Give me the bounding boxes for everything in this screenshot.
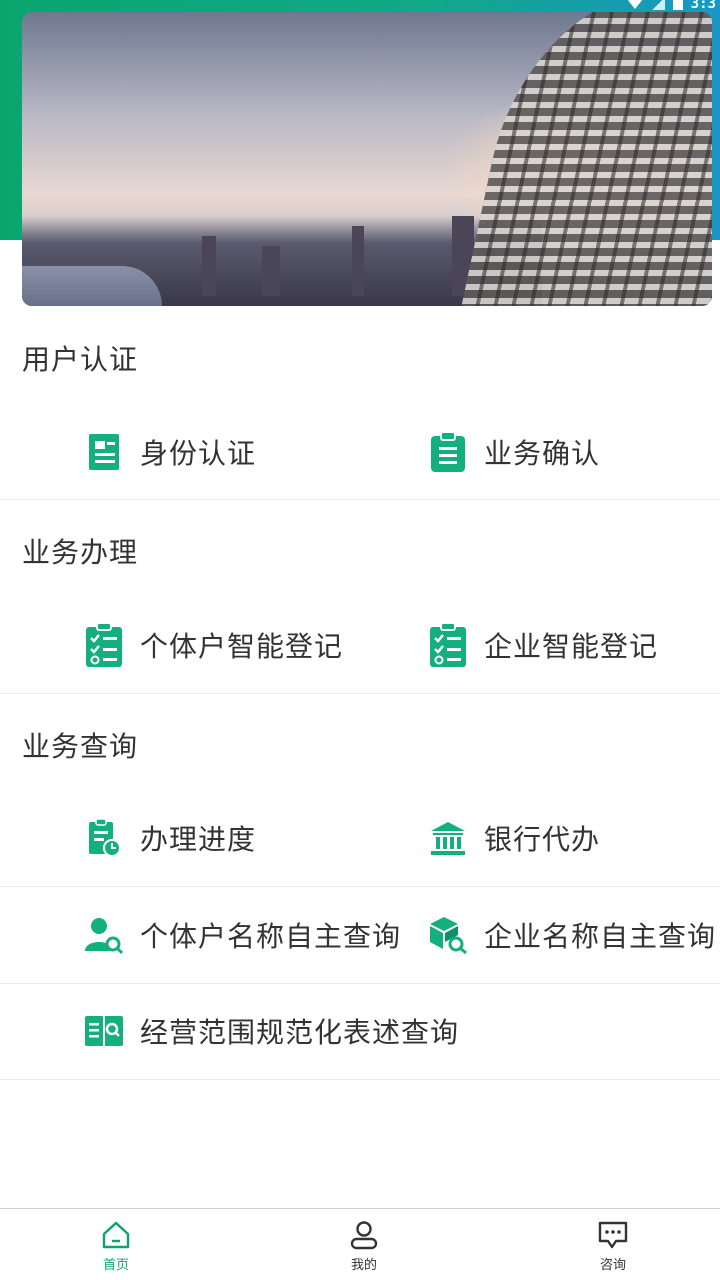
id-card-icon <box>84 430 124 474</box>
cube-search-icon <box>428 913 468 957</box>
section-title-business: 业务办理 <box>22 536 139 569</box>
menu-item-progress[interactable]: 办理进度 <box>84 808 256 868</box>
divider <box>0 983 720 984</box>
battery-icon <box>672 0 683 10</box>
chat-icon <box>596 1218 630 1252</box>
menu-item-business-confirm[interactable]: 业务确认 <box>428 422 600 482</box>
status-time: 3:3 <box>690 0 716 12</box>
menu-item-identity-auth[interactable]: 身份认证 <box>84 422 256 482</box>
section-title-user-auth: 用户认证 <box>22 343 139 376</box>
signal-icon <box>650 0 665 10</box>
status-bar: 3:3 <box>0 0 720 12</box>
user-icon <box>347 1218 381 1252</box>
tab-mine[interactable]: 我的 <box>304 1209 424 1280</box>
menu-item-business-scope-query[interactable]: 经营范围规范化表述查询 <box>84 1001 459 1061</box>
checklist-icon <box>84 622 124 667</box>
home-icon <box>99 1218 133 1252</box>
banner-water <box>22 266 162 306</box>
banner-image[interactable] <box>22 12 712 306</box>
divider <box>0 499 720 500</box>
menu-item-individual-name-query[interactable]: 个体户名称自主查询 <box>84 905 401 965</box>
checklist-icon <box>428 622 468 667</box>
person-search-icon <box>84 913 124 957</box>
menu-item-enterprise-name-query[interactable]: 企业名称自主查询 <box>428 905 716 965</box>
bottom-tab-bar: 首页 我的 咨询 <box>0 1208 720 1280</box>
clipboard-icon <box>428 430 468 474</box>
menu-item-enterprise-registration[interactable]: 企业智能登记 <box>428 615 658 675</box>
book-search-icon <box>84 1009 124 1053</box>
divider <box>0 1079 720 1080</box>
menu-item-individual-registration[interactable]: 个体户智能登记 <box>84 615 343 675</box>
menu-item-bank-agent[interactable]: 银行代办 <box>428 808 600 868</box>
tab-home[interactable]: 首页 <box>56 1209 176 1280</box>
tab-consult[interactable]: 咨询 <box>553 1209 673 1280</box>
wifi-icon <box>626 0 643 9</box>
bank-icon <box>428 816 468 860</box>
progress-doc-icon <box>84 816 124 860</box>
divider <box>0 693 720 694</box>
section-title-query: 业务查询 <box>22 730 139 763</box>
divider <box>0 886 720 887</box>
